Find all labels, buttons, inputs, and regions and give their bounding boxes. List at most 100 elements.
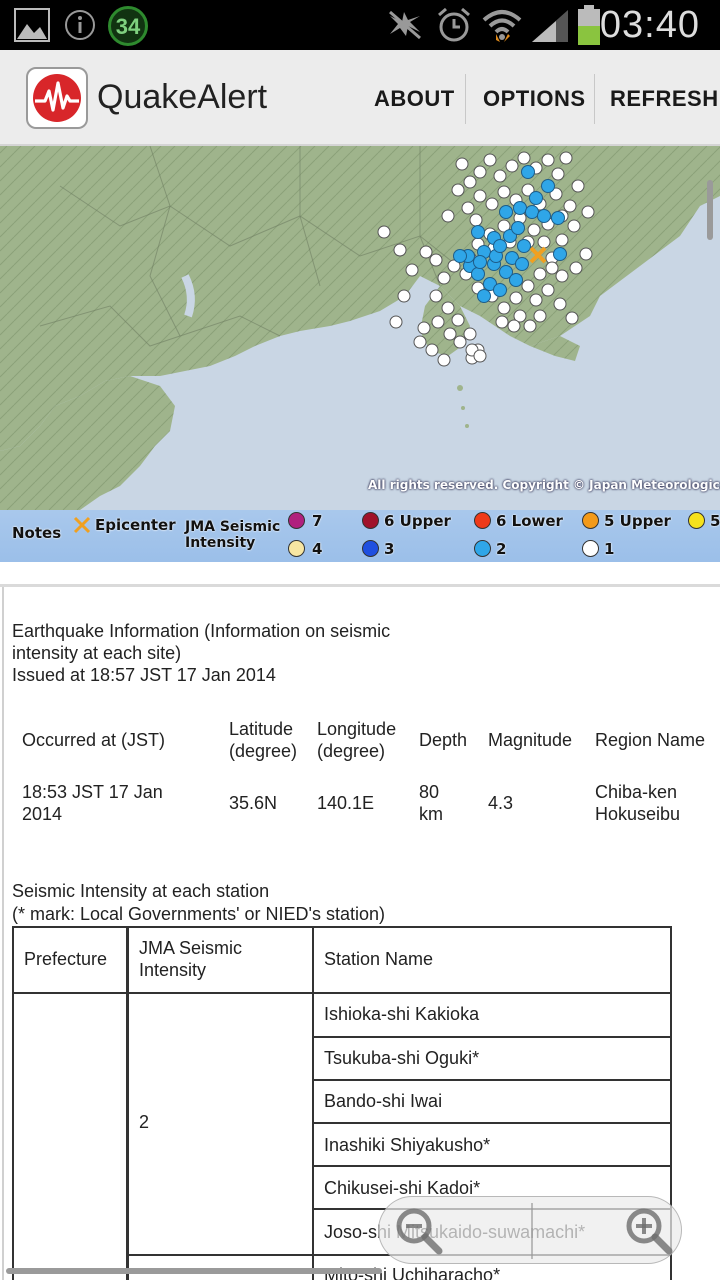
station-marker-2 (511, 221, 525, 235)
about-button[interactable]: ABOUT (374, 74, 455, 124)
report-heading: intensity at each site) (12, 643, 182, 663)
station-marker-1 (453, 335, 467, 349)
station-marker-1 (455, 157, 469, 171)
legend-intensity-label: Intensity (185, 535, 256, 551)
station-marker-1 (553, 297, 567, 311)
alarm-icon (438, 7, 470, 42)
col-header-longitude: Longitude (317, 719, 397, 739)
vertical-scrollbar[interactable] (707, 180, 713, 240)
app-title: QuakeAlert (97, 78, 268, 116)
station-marker-1 (517, 151, 531, 165)
station-marker-1 (541, 283, 555, 297)
station-marker-1 (497, 185, 511, 199)
intensity-value: 2 (139, 1112, 150, 1132)
station-marker-2 (493, 239, 507, 253)
station-marker-1 (493, 169, 507, 183)
legend-label: 5 Upper (604, 512, 671, 530)
station-name: Ishioka-shi Kakioka (324, 1004, 480, 1024)
station-marker-1 (437, 353, 451, 367)
station-marker-2 (471, 225, 485, 239)
stations-heading: Seismic Intensity at each station (12, 881, 270, 901)
legend-dot-7 (288, 512, 305, 529)
map-copyright: All rights reserved. Copyright © Japan M… (368, 478, 720, 492)
station-marker-1 (451, 313, 465, 327)
station-marker-1 (567, 219, 581, 233)
station-marker-1 (555, 233, 569, 247)
zoom-controls (378, 1196, 682, 1264)
station-marker-1 (555, 269, 569, 283)
seismic-map[interactable]: All rights reserved. Copyright © Japan M… (0, 146, 720, 510)
app-logo-icon[interactable] (26, 67, 88, 129)
station-marker-1 (495, 315, 509, 329)
station-marker-2 (541, 179, 555, 193)
station-marker-1 (389, 315, 403, 329)
legend-dot-6-lower (474, 512, 491, 529)
station-marker-2 (551, 211, 565, 225)
station-marker-1 (533, 267, 547, 281)
col-header-depth: Depth (419, 730, 468, 750)
station-marker-1 (473, 189, 487, 203)
station-marker-1 (509, 291, 523, 305)
cell-latitude: 35.6N (229, 793, 278, 813)
station-marker-2 (525, 205, 539, 219)
col-header-region: Region Name (595, 730, 706, 750)
legend-label: 1 (604, 540, 615, 558)
horizontal-scrollbar[interactable] (6, 1268, 382, 1274)
station-marker-2 (477, 289, 491, 303)
cell-occurred: 2014 (22, 804, 63, 824)
zoom-in-icon[interactable] (623, 1205, 675, 1257)
legend-label: 7 (312, 512, 323, 530)
map-canvas (0, 146, 720, 510)
station-marker-1 (431, 315, 445, 329)
station-marker-1 (507, 319, 521, 333)
station-marker-2 (493, 283, 507, 297)
station-marker-2 (453, 249, 467, 263)
badge-icon: 34 (108, 6, 148, 46)
divider (0, 584, 720, 587)
station-marker-1 (579, 247, 593, 261)
station-marker-1 (443, 327, 457, 341)
mute-icon (389, 10, 421, 40)
station-marker-1 (429, 289, 443, 303)
cell-occurred: 18:53 JST 17 Jan (22, 782, 163, 802)
legend-label: 5 (710, 512, 720, 530)
station-marker-1 (451, 183, 465, 197)
gallery-icon (14, 8, 50, 42)
station-marker-1 (377, 225, 391, 239)
badge-number: 34 (115, 14, 141, 39)
station-marker-2 (515, 257, 529, 271)
action-separator (594, 74, 595, 124)
map-legend: Notes Epicenter JMA Seismic Intensity 7 … (0, 510, 720, 562)
issued-time: Issued at 18:57 JST 17 Jan 2014 (12, 665, 276, 685)
refresh-button[interactable]: REFRESH (610, 74, 719, 124)
legend-dot-3 (362, 540, 379, 557)
action-separator (465, 74, 466, 124)
col-header-occurred: Occurred at (JST) (22, 730, 166, 750)
legend-intensity-label: JMA Seismic (185, 519, 281, 535)
station-marker-2 (521, 165, 535, 179)
station-marker-1 (393, 243, 407, 257)
col-header-latitude: (degree) (229, 741, 298, 761)
station-marker-1 (425, 343, 439, 357)
header-prefecture: Prefecture (24, 949, 108, 969)
station-marker-1 (497, 301, 511, 315)
signal-icon (532, 10, 568, 42)
station-marker-1 (551, 167, 565, 181)
station-marker-1 (523, 319, 537, 333)
station-marker-1 (463, 327, 477, 341)
intensity-cell (127, 992, 314, 1256)
header-intensity: JMA Seismic (139, 938, 243, 958)
station-marker-2 (517, 239, 531, 253)
intensity-cell (127, 1254, 314, 1280)
legend-epicenter-label: Epicenter (95, 516, 176, 534)
station-marker-2 (471, 267, 485, 281)
station-marker-2 (499, 205, 513, 219)
station-marker-1 (529, 293, 543, 307)
zoom-out-icon[interactable] (393, 1205, 445, 1257)
legend-dot-2 (474, 540, 491, 557)
stations-note: (* mark: Local Governments' or NIED's st… (12, 904, 385, 924)
legend-label: 2 (496, 540, 507, 558)
info-icon (65, 10, 95, 40)
options-button[interactable]: OPTIONS (483, 74, 586, 124)
station-marker-1 (533, 309, 547, 323)
